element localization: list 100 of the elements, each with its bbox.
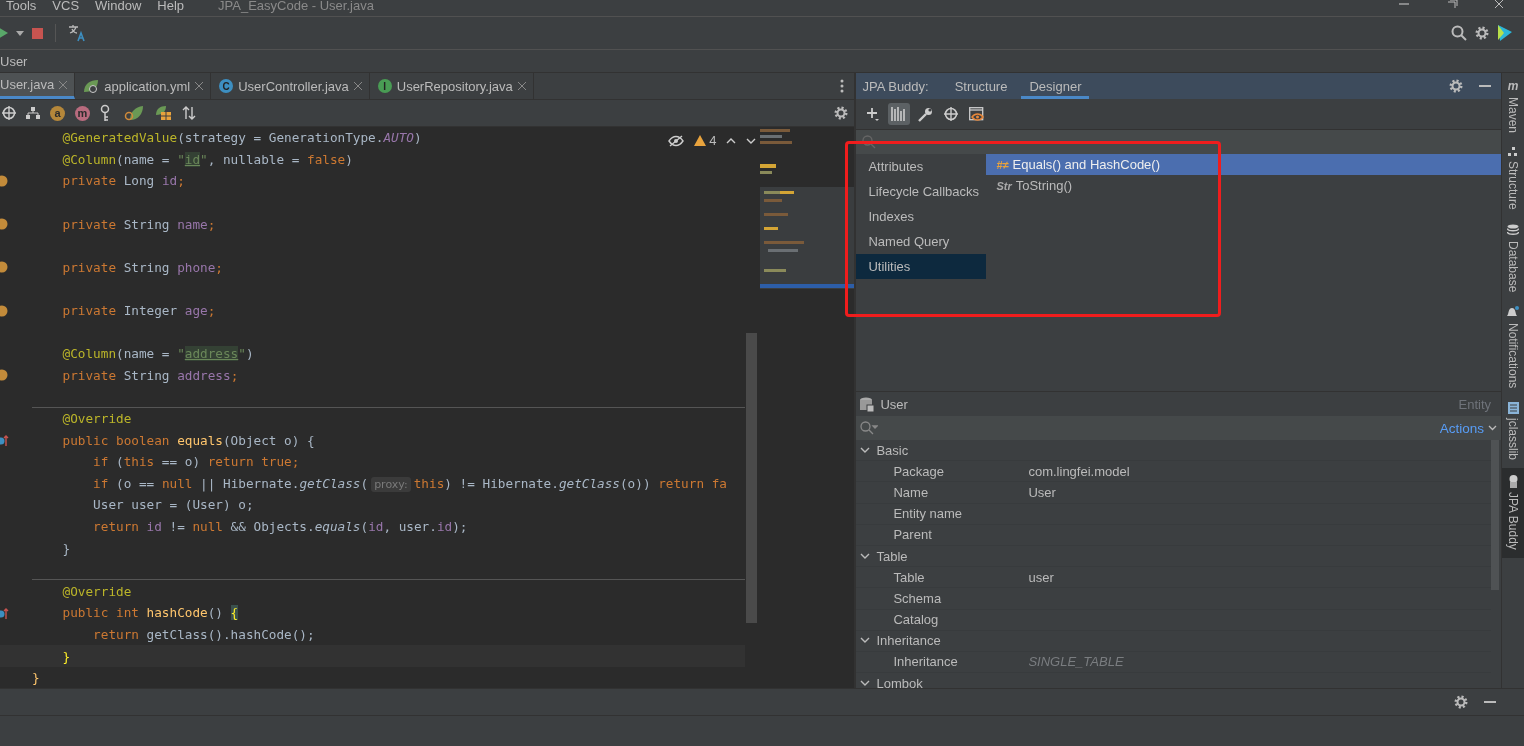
code-line: return id != null && Objects.equals(id, user.id); [92, 519, 468, 534]
close-icon[interactable] [195, 82, 204, 90]
close-icon[interactable] [1494, 0, 1506, 8]
override-icon[interactable] [0, 606, 9, 619]
menu-item[interactable]: Help [157, 0, 185, 11]
target-icon[interactable] [2, 106, 16, 120]
sort-icon[interactable] [182, 106, 196, 120]
table-icon [1507, 402, 1519, 415]
category-item[interactable]: Indexes [856, 204, 987, 229]
settings-icon[interactable] [1449, 79, 1463, 93]
editor-tab[interactable]: application.yml [75, 73, 212, 99]
database-icon [860, 396, 875, 412]
tool-window-button[interactable]: JPA Buddy [1502, 468, 1524, 559]
hierarchy-icon[interactable] [26, 107, 40, 119]
editor-tab[interactable]: I UserRepository.java [369, 73, 534, 99]
down-icon[interactable] [746, 137, 757, 144]
panel-title: JPA Buddy: [862, 78, 929, 94]
search-field[interactable] [860, 421, 879, 435]
field-icon[interactable] [0, 218, 8, 231]
field-icon[interactable] [0, 369, 8, 382]
property-label: Entity name [892, 506, 964, 522]
chevron-icon[interactable] [860, 679, 871, 687]
close-icon[interactable] [353, 82, 362, 90]
tool-window-button[interactable]: jclasslib [1502, 396, 1524, 469]
settings-icon[interactable] [834, 106, 849, 120]
hidden-icon[interactable] [668, 134, 685, 147]
menu-item[interactable]: Window [95, 0, 142, 11]
search-icon [860, 421, 879, 435]
restore-icon[interactable] [1446, 0, 1458, 8]
translate-icon[interactable] [68, 24, 86, 42]
group-label: Basic [876, 442, 909, 458]
code-line: private Long id; [61, 173, 185, 189]
run-icon[interactable] [0, 26, 8, 40]
tool-window-button[interactable]: m Maven [1502, 73, 1524, 142]
chevron-icon[interactable] [860, 637, 871, 645]
field-icon[interactable] [0, 304, 8, 317]
code-line: @Column(name = "id", nullable = false) [61, 151, 353, 167]
tool-window-button[interactable]: Database [1502, 217, 1524, 301]
code-line: } [61, 540, 71, 556]
override-icon[interactable] [0, 434, 9, 447]
breadcrumb[interactable]: User [0, 53, 28, 69]
editor-tab[interactable]: User.java [0, 73, 76, 99]
tool-window-label: Structure [1506, 161, 1520, 210]
actions-dropdown[interactable]: Actions [1439, 420, 1497, 436]
settings-icon[interactable] [1454, 695, 1468, 709]
window-title: JPA_EasyCode - User.java [218, 0, 374, 11]
utility-item[interactable]: Str ToString() [986, 175, 1501, 196]
editor-tab[interactable]: C UserController.java [211, 73, 370, 99]
category-item[interactable]: Lifecycle Callbacks [856, 179, 987, 204]
leaf-icon [83, 79, 100, 93]
caret-icon [1488, 425, 1497, 431]
property-value[interactable]: user [1028, 569, 1054, 585]
utility-item[interactable]: #≠ Equals() and HashCode() [986, 154, 1501, 175]
code-line: public boolean equals(Object o) { [61, 432, 315, 448]
category-item[interactable]: Named Query [856, 229, 987, 254]
tool-window-label: Notifications [1506, 323, 1520, 389]
logo-icon[interactable] [1497, 25, 1512, 41]
annotation-icon[interactable]: m [75, 105, 90, 121]
scrollbar[interactable] [746, 333, 757, 623]
code-line: @Override [61, 411, 132, 426]
code-line: } [61, 648, 71, 664]
code-line: @Column(name = "address") [61, 346, 254, 362]
minimize-icon[interactable] [1398, 0, 1410, 6]
warning-count[interactable]: 4 [694, 133, 717, 148]
stop-icon[interactable] [32, 27, 43, 39]
search-field[interactable] [856, 130, 1501, 154]
chevron-icon[interactable] [860, 446, 871, 454]
property-value[interactable]: com.lingfei.model [1028, 463, 1130, 479]
search-icon [862, 135, 877, 149]
caret-icon[interactable] [16, 30, 24, 36]
tool-window-label: Database [1506, 240, 1520, 293]
menu-item[interactable]: VCS [52, 0, 80, 11]
field-icon[interactable] [0, 261, 8, 274]
property-label: Package [892, 463, 946, 479]
tool-window-button[interactable]: Notifications [1502, 300, 1524, 397]
panel-tab[interactable]: Designer [1021, 73, 1090, 99]
field-icon[interactable] [0, 175, 8, 187]
panel-tab[interactable]: Structure [946, 73, 1016, 99]
table-icon[interactable] [154, 105, 172, 121]
category-item[interactable]: Attributes [856, 154, 987, 179]
category-item[interactable]: Utilities [856, 254, 987, 279]
search-icon[interactable] [1451, 25, 1467, 41]
code-line: } [32, 670, 40, 686]
up-icon[interactable] [726, 137, 737, 144]
warning-icon [694, 135, 707, 146]
database-icon [1507, 223, 1519, 237]
tool-window-button[interactable]: Structure [1502, 141, 1524, 218]
close-icon[interactable] [517, 82, 526, 90]
more-icon[interactable] [840, 79, 845, 93]
property-value[interactable]: User [1028, 484, 1056, 500]
tool-window-label: jclasslib [1506, 418, 1520, 461]
annotation-icon[interactable]: a [50, 105, 65, 121]
chevron-icon[interactable] [860, 552, 871, 560]
property-label: Schema [892, 590, 943, 606]
group-label: Inheritance [876, 633, 941, 649]
menu-item[interactable]: Tools [6, 0, 37, 11]
settings-icon[interactable] [1475, 26, 1489, 40]
columns-icon[interactable] [888, 103, 911, 125]
leaf-icon[interactable] [124, 105, 144, 121]
code-line: if (this == o) return true; [92, 454, 300, 470]
